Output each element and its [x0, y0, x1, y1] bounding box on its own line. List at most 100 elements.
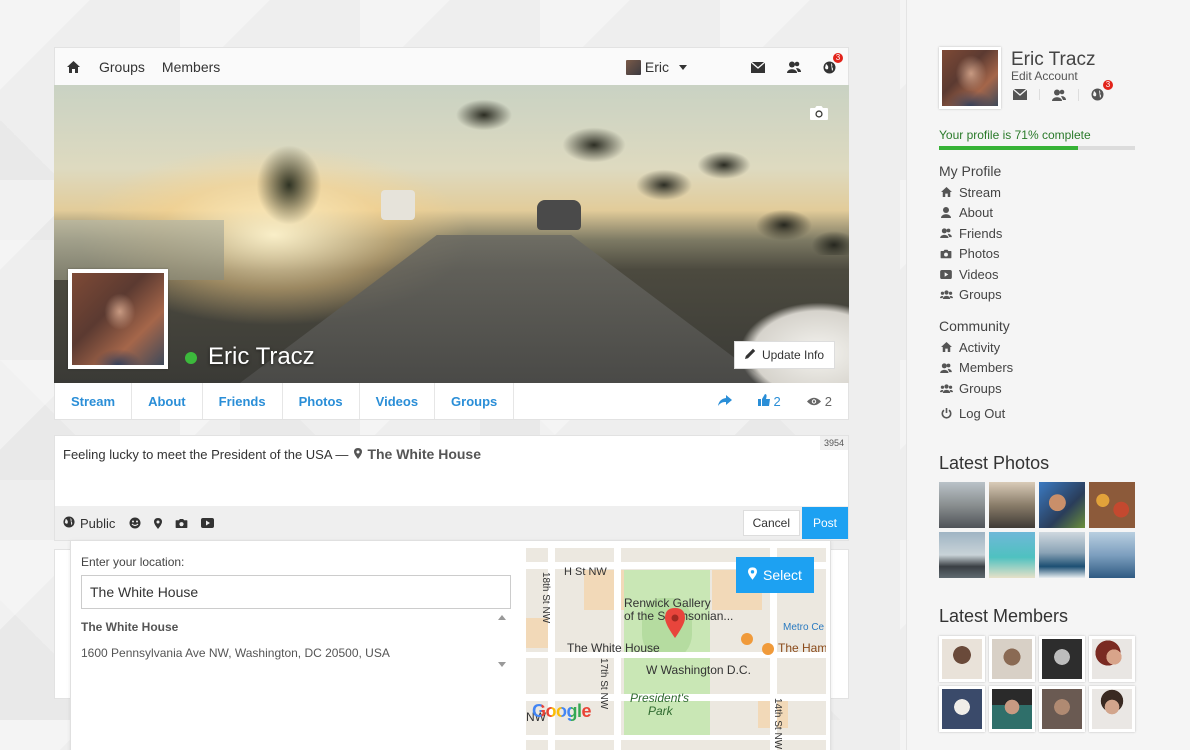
notification-badge: 3	[833, 52, 843, 63]
like-button[interactable]: 2	[757, 394, 781, 409]
scroll-down-arrow-icon[interactable]	[498, 662, 506, 667]
sidebar-item-activity[interactable]: Activity	[939, 337, 1013, 358]
member-avatar[interactable]	[1089, 686, 1135, 732]
sidebar-item-friends[interactable]: Friends	[939, 223, 1002, 244]
sidebar-item-community-groups[interactable]: Groups	[939, 378, 1013, 399]
char-counter: 3954	[819, 436, 848, 450]
map-label-park: Park	[648, 704, 673, 718]
sidebar-item-label: Stream	[959, 184, 1001, 200]
map-label-the-ham: The Ham	[778, 641, 826, 655]
edit-account-link[interactable]: Edit Account	[1011, 69, 1078, 83]
map-label-presidents-park: President's	[630, 691, 689, 705]
member-avatar[interactable]	[989, 636, 1035, 682]
sidebar-item-about[interactable]: About	[939, 203, 1002, 224]
my-profile-menu: Stream About Friends Photos Videos Group…	[939, 182, 1002, 305]
latest-members-heading: Latest Members	[939, 606, 1069, 626]
composer-location-tag: The White House	[354, 446, 481, 462]
post-button[interactable]: Post	[802, 507, 848, 539]
emoji-icon[interactable]	[129, 517, 141, 529]
privacy-selector[interactable]: Public	[63, 516, 115, 531]
group-icon	[939, 290, 953, 300]
sidebar-item-label: Photos	[959, 246, 1000, 262]
tab-stream[interactable]: Stream	[55, 383, 133, 419]
globe-icon[interactable]: 3	[823, 52, 843, 74]
notification-badge: 3	[1103, 80, 1113, 90]
photo-thumbnail[interactable]	[989, 532, 1035, 578]
cover-tree	[244, 135, 334, 255]
thumbs-up-icon	[757, 394, 770, 409]
member-avatar[interactable]	[1039, 686, 1085, 732]
top-navbar: Groups Members Eric 3	[54, 47, 849, 85]
select-location-button[interactable]: Select	[736, 557, 814, 593]
nav-groups-link[interactable]: Groups	[99, 59, 145, 75]
envelope-icon[interactable]	[1013, 89, 1040, 100]
photo-thumbnail[interactable]	[1039, 482, 1085, 528]
friends-icon[interactable]	[1052, 88, 1079, 101]
update-info-button[interactable]: Update Info	[733, 341, 835, 369]
post-composer: Feeling lucky to meet the President of t…	[54, 435, 849, 541]
user-mini-avatar	[625, 59, 641, 75]
home-icon[interactable]	[65, 59, 81, 75]
sidebar-user-name[interactable]: Eric Tracz	[1011, 49, 1095, 71]
user-name: Eric	[644, 59, 669, 75]
scroll-up-arrow-icon[interactable]	[498, 615, 506, 620]
camera-icon	[939, 249, 953, 259]
map-label-18th-st: 18th St NW	[540, 572, 551, 624]
photo-thumbnail[interactable]	[989, 482, 1035, 528]
pencil-icon	[744, 348, 756, 362]
map-label-w-washington: W Washington D.C.	[646, 663, 751, 677]
profile-completion-fill	[939, 146, 1079, 150]
profile-avatar[interactable]	[68, 269, 168, 369]
sidebar-item-groups[interactable]: Groups	[939, 285, 1002, 306]
tab-photos[interactable]: Photos	[283, 383, 360, 419]
logout-link[interactable]: Log Out	[939, 403, 1005, 424]
camera-icon[interactable]	[809, 105, 829, 124]
composer-text-area[interactable]: Feeling lucky to meet the President of t…	[55, 436, 848, 472]
photo-thumbnail[interactable]	[1089, 482, 1135, 528]
tab-friends[interactable]: Friends	[203, 383, 283, 419]
photo-thumbnail[interactable]	[1089, 532, 1135, 578]
location-result-address[interactable]: 1600 Pennsylvania Ave NW, Washington, DC…	[81, 646, 390, 660]
video-icon[interactable]	[201, 518, 215, 528]
cancel-button[interactable]: Cancel	[742, 510, 800, 536]
community-heading: Community	[939, 318, 1010, 334]
user-menu[interactable]: Eric	[625, 59, 715, 75]
sidebar-item-members[interactable]: Members	[939, 358, 1013, 379]
photo-thumbnail[interactable]	[1039, 532, 1085, 578]
camera-icon[interactable]	[175, 518, 188, 529]
nav-members-link[interactable]: Members	[162, 59, 220, 75]
map-marker-icon[interactable]	[154, 517, 163, 529]
location-result-title[interactable]: The White House	[81, 620, 178, 634]
share-button[interactable]	[717, 394, 732, 409]
google-logo: Google	[532, 701, 592, 721]
sidebar-item-stream[interactable]: Stream	[939, 182, 1002, 203]
member-avatar[interactable]	[939, 686, 985, 732]
sidebar-item-label: Groups	[959, 380, 1002, 396]
map-label-white-house: The White House	[567, 641, 660, 655]
my-profile-heading: My Profile	[939, 163, 1002, 179]
sidebar-avatar[interactable]	[939, 47, 1001, 109]
friends-icon[interactable]	[787, 61, 801, 73]
member-avatar[interactable]	[1089, 636, 1135, 682]
tab-about[interactable]: About	[132, 383, 203, 419]
photo-thumbnail[interactable]	[939, 482, 985, 528]
envelope-icon[interactable]	[751, 61, 765, 73]
select-location-label: Select	[763, 567, 802, 583]
member-avatar[interactable]	[1039, 636, 1085, 682]
composer-toolbar: Public Cancel Post	[55, 506, 848, 540]
location-map[interactable]: H St NW 18th St NW 17th St NW 14th St NW…	[526, 548, 826, 750]
chevron-down-icon[interactable]	[679, 64, 687, 70]
sidebar-item-videos[interactable]: Videos	[939, 264, 1002, 285]
photo-thumbnail[interactable]	[939, 532, 985, 578]
profile-avatar-image	[72, 273, 164, 365]
tab-videos[interactable]: Videos	[360, 383, 436, 419]
globe-icon[interactable]: 3	[1091, 80, 1116, 101]
member-avatar[interactable]	[989, 686, 1035, 732]
sidebar-item-label: Activity	[959, 339, 1001, 355]
location-input[interactable]: The White House	[81, 575, 511, 609]
tab-groups[interactable]: Groups	[435, 383, 515, 419]
latest-members-grid	[939, 636, 1135, 732]
sidebar-item-photos[interactable]: Photos	[939, 244, 1002, 265]
member-avatar[interactable]	[939, 636, 985, 682]
results-scrollbar[interactable]	[495, 611, 509, 669]
